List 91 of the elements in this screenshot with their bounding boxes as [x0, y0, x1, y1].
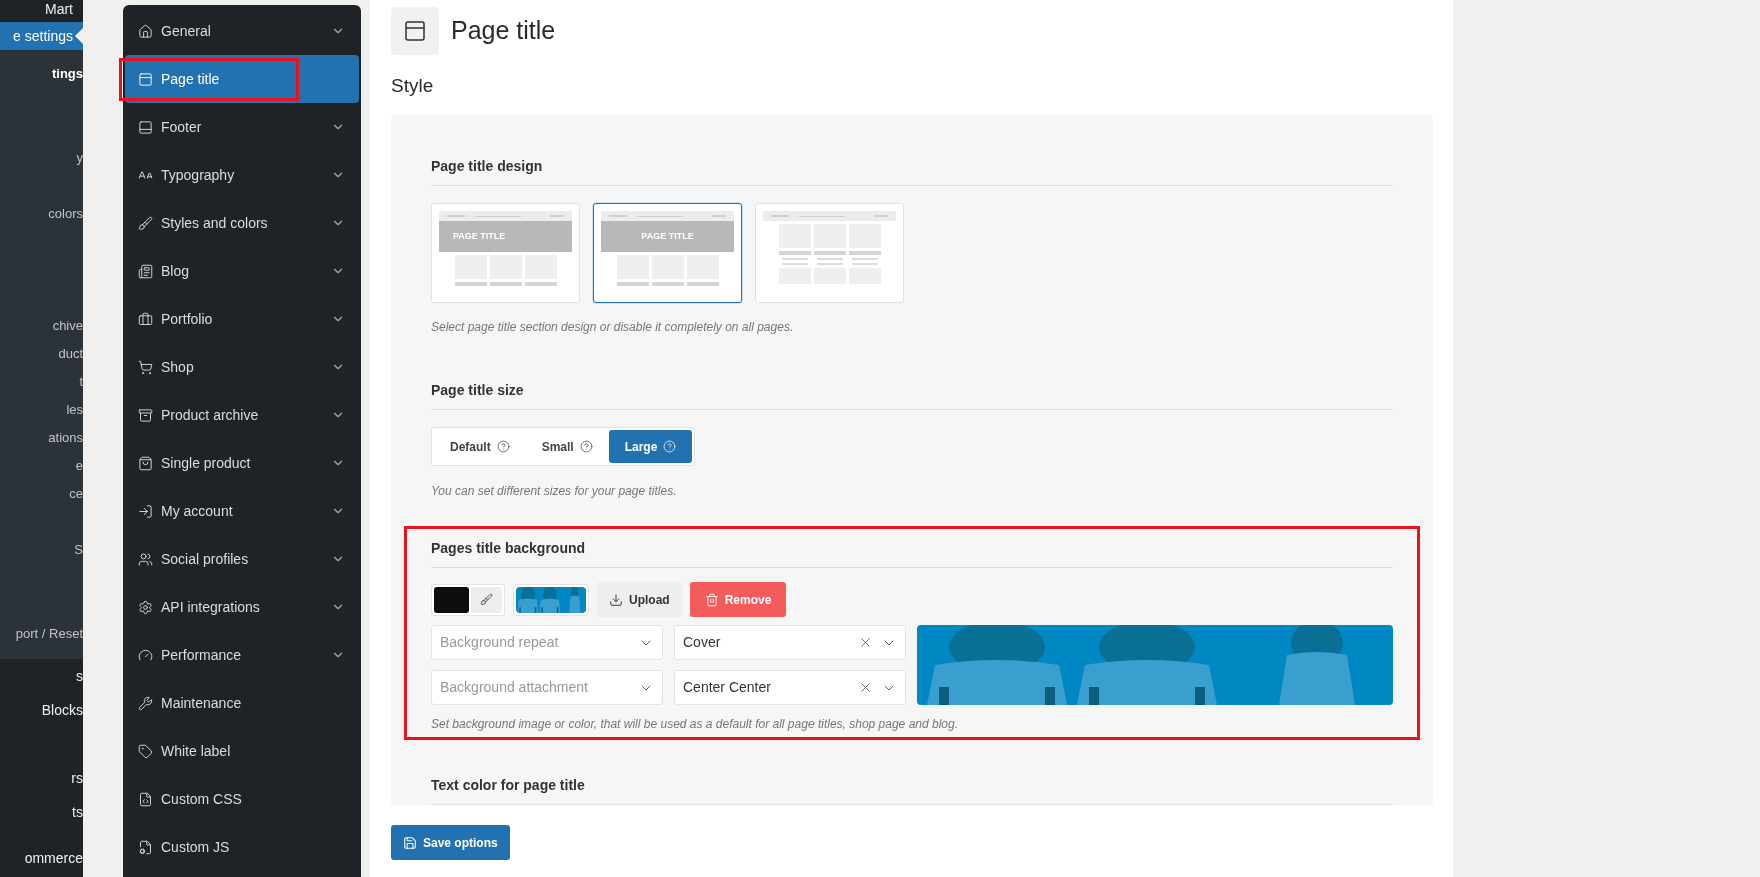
- field-label: Page title design: [431, 157, 544, 175]
- admin-submenu-item[interactable]: tings: [51, 60, 83, 88]
- help-icon: [663, 440, 677, 453]
- admin-submenu-item[interactable]: ations: [48, 424, 83, 452]
- admin-menu-item[interactable]: e settings: [0, 22, 83, 50]
- admin-menu-item[interactable]: rs: [0, 761, 83, 795]
- home-icon: [138, 23, 153, 39]
- placeholder-card: [454, 255, 487, 286]
- window-icon: [138, 71, 153, 87]
- trash-icon: [704, 592, 719, 607]
- tag-icon: [138, 743, 153, 759]
- settings-nav-item[interactable]: General: [125, 7, 359, 55]
- select-field[interactable]: Cover: [674, 625, 906, 660]
- field-caption: Set background image or color, that will be used as a default for all page titles, shop page and blog.: [431, 716, 959, 733]
- placeholder-card: [686, 255, 719, 286]
- settings-nav-item[interactable]: Custom JS: [125, 823, 359, 871]
- admin-submenu-item[interactable]: ce: [69, 480, 83, 508]
- admin-submenu-item[interactable]: y: [76, 144, 83, 172]
- placeholder-card: [813, 224, 846, 284]
- field-caption: You can set different sizes for your page titles.: [431, 483, 678, 500]
- section-heading: Style: [391, 74, 435, 98]
- settings-nav-item[interactable]: Single product: [125, 439, 359, 487]
- field-label: Page title size: [431, 381, 525, 399]
- settings-nav-item[interactable]: Shop: [125, 343, 359, 391]
- placeholder-card: [524, 255, 557, 286]
- placeholder-card: [489, 255, 522, 286]
- archive-icon: [138, 407, 153, 423]
- download-icon: [609, 592, 623, 607]
- admin-submenu-item[interactable]: S: [74, 536, 83, 564]
- admin-submenu-item[interactable]: e: [75, 452, 83, 480]
- footer-icon: [138, 119, 153, 135]
- field-caption: Select page title section design or disable it completely on all pages.: [431, 319, 795, 336]
- help-icon: [579, 440, 593, 453]
- settings-nav-item[interactable]: My account: [125, 487, 359, 535]
- clear-icon[interactable]: [858, 680, 873, 695]
- newspaper-icon: [138, 263, 153, 279]
- placeholder-card: [616, 255, 649, 286]
- settings-nav-item[interactable]: Maintenance: [125, 679, 359, 727]
- gauge-icon: [138, 647, 153, 663]
- settings-nav-item[interactable]: Social profiles: [125, 535, 359, 583]
- admin-submenu-item[interactable]: chive: [52, 312, 83, 340]
- thumbnail-title: PAGE TITLE: [641, 229, 694, 243]
- admin-menu-item[interactable]: Mart: [0, 0, 83, 18]
- upload-button[interactable]: Upload: [597, 582, 682, 617]
- placeholder-card: [848, 224, 881, 284]
- size-option[interactable]: Large: [608, 430, 693, 463]
- help-icon: [496, 440, 510, 453]
- bag-icon: [138, 455, 153, 471]
- select-field[interactable]: Center Center: [674, 670, 906, 705]
- file-code-icon: [138, 791, 153, 807]
- admin-menu-item[interactable]: s: [0, 659, 83, 693]
- brush-icon: [480, 593, 493, 606]
- settings-nav-item[interactable]: Footer: [125, 103, 359, 151]
- admin-menu-item[interactable]: Blocks: [0, 693, 83, 727]
- settings-nav-item[interactable]: API integrations: [125, 583, 359, 631]
- admin-submenu-item[interactable]: t: [79, 368, 83, 396]
- size-option[interactable]: Small: [525, 430, 609, 463]
- settings-nav-item[interactable]: Typography: [125, 151, 359, 199]
- login-icon: [138, 503, 153, 519]
- clear-icon[interactable]: [858, 635, 873, 650]
- wrench-icon: [138, 695, 153, 711]
- window-icon: [403, 19, 427, 43]
- save-button[interactable]: Save options: [391, 825, 510, 860]
- settings-nav-item[interactable]: Custom CSS: [125, 775, 359, 823]
- brush-icon: [138, 215, 153, 231]
- settings-icon: [138, 599, 153, 615]
- save-icon: [403, 835, 417, 850]
- page-heading: Page title: [451, 15, 556, 47]
- settings-nav-item[interactable]: Styles and colors: [125, 199, 359, 247]
- settings-nav-item[interactable]: Portfolio: [125, 295, 359, 343]
- admin-menu-item[interactable]: ts: [0, 795, 83, 829]
- field-label: Pages title background: [431, 539, 587, 557]
- admin-submenu-item[interactable]: port / Reset: [15, 620, 83, 648]
- briefcase-icon: [138, 311, 153, 327]
- admin-menu-item[interactable]: ommerce: [0, 841, 83, 875]
- cart-icon: [138, 359, 153, 375]
- color-picker[interactable]: [431, 583, 505, 616]
- size-option[interactable]: Default: [434, 430, 526, 463]
- admin-submenu-item[interactable]: les: [66, 396, 83, 424]
- users-icon: [138, 551, 153, 567]
- admin-submenu-item[interactable]: colors: [48, 200, 83, 228]
- thumbnail-title: PAGE TITLE: [453, 229, 506, 243]
- file-gear-icon: [138, 839, 153, 855]
- settings-nav-item[interactable]: Product archive: [125, 391, 359, 439]
- settings-nav-item[interactable]: Blog: [125, 247, 359, 295]
- placeholder-card: [778, 224, 811, 284]
- settings-nav-item[interactable]: Performance: [125, 631, 359, 679]
- placeholder-card: [651, 255, 684, 286]
- field-label: Text color for page title: [431, 776, 586, 794]
- settings-nav-item[interactable]: White label: [125, 727, 359, 775]
- admin-submenu-item[interactable]: duct: [58, 340, 83, 368]
